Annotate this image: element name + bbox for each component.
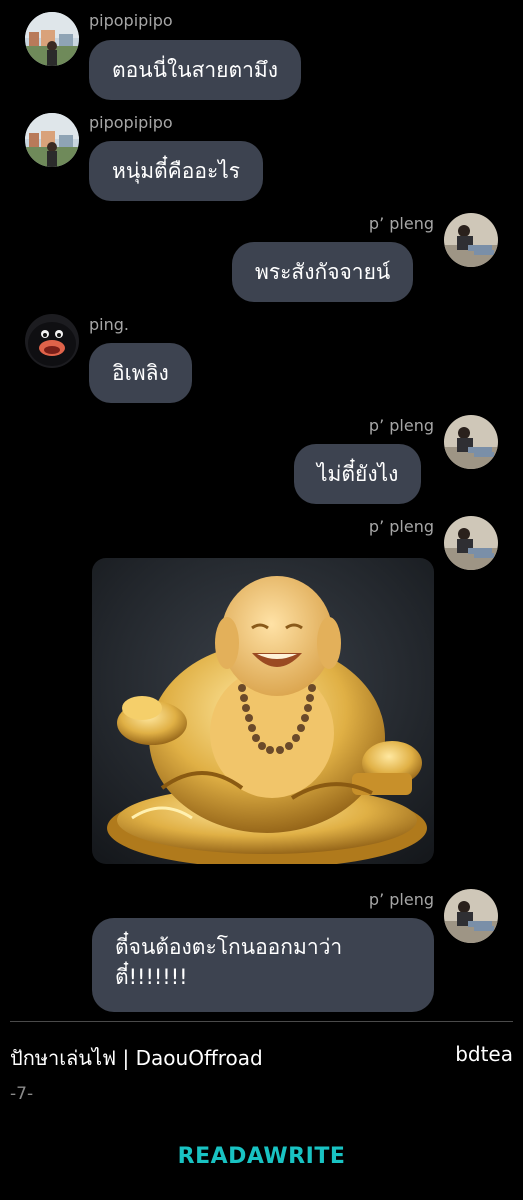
sender-name: p’ pleng xyxy=(368,517,434,536)
sender-name: p’ pleng xyxy=(368,890,434,909)
readawrite-logo: READAWRITE xyxy=(0,1144,523,1169)
sender-name: pipopipipo xyxy=(89,11,173,30)
divider xyxy=(10,1021,513,1022)
avatar-pipopipipo-icon[interactable] xyxy=(25,113,79,167)
message-bubble[interactable]: ตี๋จนต้องตะโกนออกมาว่า ตี๋!!!!!!! xyxy=(92,918,434,1012)
message-bubble[interactable]: ตอนนี่ในสายตามึง xyxy=(89,40,302,100)
message-bubble[interactable]: ไม่ตี๋ยังไง xyxy=(294,444,422,504)
message-bubble[interactable]: อิเพลิง xyxy=(89,343,192,403)
author-link[interactable]: bdtea xyxy=(455,1042,513,1066)
sender-name: ping. xyxy=(89,315,129,334)
laughing-golden-buddha-image[interactable] xyxy=(92,558,434,864)
avatar-ppleng-icon[interactable] xyxy=(444,889,498,943)
sender-name: pipopipipo xyxy=(89,113,173,132)
message-bubble[interactable]: หนุ่มตี๋คืออะไร xyxy=(89,141,264,201)
sender-name: p’ pleng xyxy=(368,416,434,435)
avatar-pipopipipo-icon[interactable] xyxy=(25,12,79,66)
sender-name: p’ pleng xyxy=(368,214,434,233)
avatar-ppleng-icon[interactable] xyxy=(444,415,498,469)
page-number: -7- xyxy=(10,1084,34,1104)
logo-text: READAWRITE xyxy=(177,1144,346,1169)
avatar-ppleng-icon[interactable] xyxy=(444,516,498,570)
story-title-link[interactable]: ปักษาเล่นไฟ | DaouOffroad xyxy=(10,1042,263,1074)
avatar-ping-penguin-icon[interactable] xyxy=(25,314,79,368)
avatar-ppleng-icon[interactable] xyxy=(444,213,498,267)
message-bubble[interactable]: พระสังกัจจายน์ xyxy=(232,242,414,302)
